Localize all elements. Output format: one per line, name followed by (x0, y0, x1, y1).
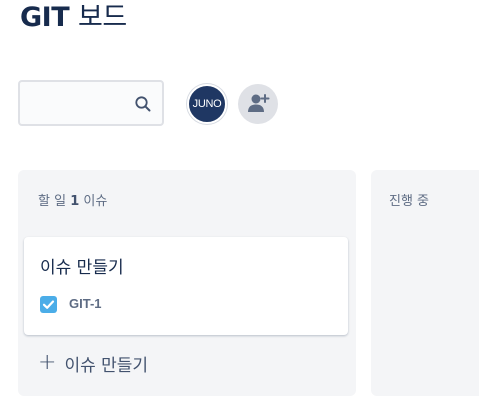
search-input[interactable] (28, 90, 132, 118)
issue-title: 이슈 만들기 (40, 258, 124, 278)
column-header: 진행 중 (389, 190, 429, 209)
column-name: 진행 중 (389, 194, 430, 209)
column-todo: 할 일 1 이슈 이슈 만들기 GIT-1 + 이슈 만들기 (18, 170, 356, 396)
add-member-button[interactable] (238, 84, 278, 124)
search-box[interactable] (18, 80, 164, 126)
issue-key[interactable]: GIT-1 (69, 296, 102, 311)
plus-icon: + (38, 350, 57, 375)
column-issue-unit: 이슈 (83, 194, 108, 209)
search-icon (135, 96, 151, 112)
column-header: 할 일 1 이슈 (38, 190, 107, 209)
avatar[interactable]: JUNO (187, 84, 227, 124)
add-user-icon (248, 94, 270, 112)
column-in-progress: 진행 중 (371, 170, 479, 396)
page-title-suffix: 보드 (78, 2, 127, 33)
page-title: GIT 보드 (20, 0, 127, 36)
create-issue-button[interactable]: + 이슈 만들기 (38, 350, 148, 376)
page-title-prefix: GIT (20, 2, 70, 33)
column-issue-count: 1 (70, 194, 80, 209)
create-issue-label: 이슈 만들기 (64, 355, 149, 376)
column-name: 할 일 (38, 194, 67, 209)
task-checkbox-icon (40, 296, 57, 313)
issue-card[interactable]: 이슈 만들기 GIT-1 (24, 237, 348, 335)
